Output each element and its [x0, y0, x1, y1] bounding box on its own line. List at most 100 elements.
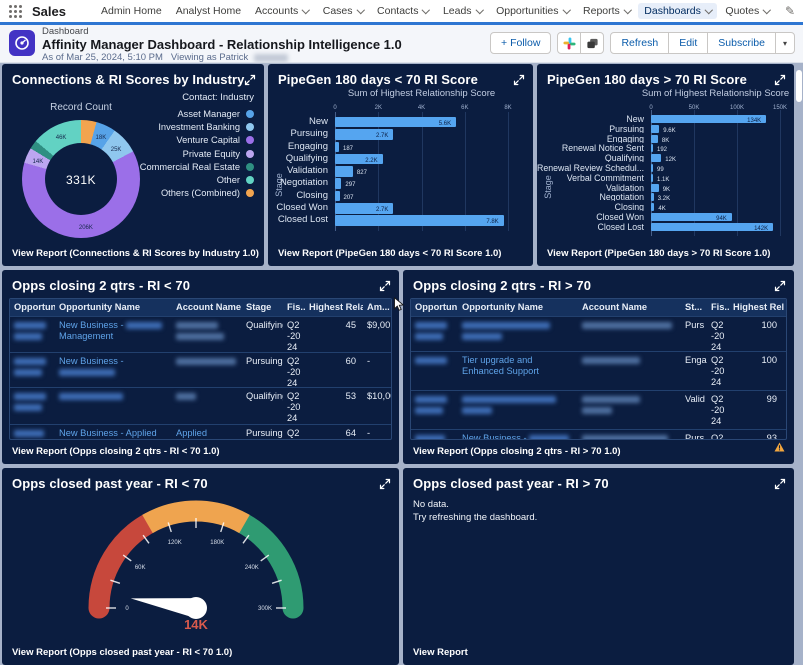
column-header-opportun[interactable]: Opportun... [411, 299, 458, 316]
legend-swatch [246, 123, 254, 131]
column-header-am[interactable]: Am... [784, 299, 787, 316]
cell-link[interactable]: New Business - Applied Research [55, 425, 172, 440]
cell-link[interactable] [411, 317, 458, 351]
bar-engaging[interactable] [335, 142, 339, 153]
nav-tab-opportunities[interactable]: Opportunities [490, 3, 575, 19]
bar-renewal-notice-sent[interactable] [651, 144, 653, 152]
redacted-text [14, 393, 46, 400]
gauge-chart[interactable]: 060k120k180k240k300k [2, 468, 399, 665]
nav-tab-label: Opportunities [496, 5, 558, 17]
follow-button[interactable]: + Follow [490, 32, 551, 54]
collaboration-button[interactable] [580, 32, 604, 54]
bar-verbal-commitment[interactable] [651, 174, 653, 182]
column-header-fis[interactable]: Fis... [707, 299, 729, 316]
nav-tab-contacts[interactable]: Contacts [371, 3, 435, 19]
column-header-opportunity-name[interactable]: Opportunity Name [458, 299, 578, 316]
column-header-account-name[interactable]: Account Name [578, 299, 681, 316]
bar-closing[interactable] [651, 203, 654, 211]
cell-link[interactable] [458, 391, 578, 429]
bar-renewal-review-schedul[interactable] [651, 164, 653, 172]
bar-closing[interactable] [335, 191, 340, 202]
nav-tab-admin-home[interactable]: Admin Home [95, 3, 168, 19]
x-axis-title: Sum of Highest Relationship Score [295, 88, 533, 99]
nav-tab-cases[interactable]: Cases [317, 3, 369, 19]
x-tick-label: 150k [765, 101, 794, 111]
opportunities-table: Opportun...Opportunity NameAccount NameS… [9, 298, 392, 440]
cell-link[interactable]: Tier upgrade and Enhanced Support [458, 352, 578, 390]
cell-link[interactable] [10, 388, 55, 424]
bar-engaging[interactable] [651, 135, 658, 143]
view-report-link[interactable]: View Report (Opps closing 2 qtrs - RI < … [12, 446, 220, 457]
category-label-closed-won: Closed Won [268, 203, 328, 214]
more-actions-button[interactable]: ▾ [775, 32, 795, 54]
column-header-st[interactable]: St... [681, 299, 707, 316]
category-label-negotiation: Negotiation [537, 193, 644, 201]
bar-negotiation[interactable] [335, 178, 341, 189]
cell-link[interactable] [10, 425, 55, 440]
column-header-highest-relati[interactable]: Highest Relati... [305, 299, 363, 316]
column-header-am[interactable]: Am... [363, 299, 392, 316]
category-label-validation: Validation [268, 166, 328, 177]
bar-validation[interactable] [335, 166, 353, 177]
cell-link[interactable] [55, 388, 172, 424]
panel-pipegen-under-70: PipeGen 180 days < 70 RI Score Sum of Hi… [268, 64, 533, 266]
redacted-text [462, 396, 556, 403]
cell-link[interactable] [411, 430, 458, 440]
refresh-button[interactable]: Refresh [610, 32, 669, 54]
column-header-opportunity-name[interactable]: Opportunity Name [55, 299, 172, 316]
bar-validation[interactable] [651, 184, 659, 192]
nav-tab-label: Quotes [725, 5, 759, 17]
redacted-text [462, 407, 492, 414]
bar-negotiation[interactable] [651, 193, 654, 201]
redacted-text [415, 435, 445, 440]
column-header-stage[interactable]: Stage [242, 299, 283, 316]
cell-link[interactable] [458, 317, 578, 351]
edit-button[interactable]: Edit [668, 32, 708, 54]
view-report-link[interactable]: View Report (Opps closed past year - RI … [12, 647, 232, 658]
nav-tab-reports[interactable]: Reports [577, 3, 636, 19]
view-report-link[interactable]: View Report (Connections & RI Scores by … [12, 248, 259, 259]
no-data-message: No data. Try refreshing the dashboard. [413, 498, 537, 524]
pencil-icon[interactable]: ✎ [785, 4, 795, 18]
cell-link[interactable]: New Business - [55, 353, 172, 387]
bar-pursuing[interactable] [651, 125, 659, 133]
cell-link[interactable] [10, 317, 55, 352]
cell-text [172, 317, 242, 352]
cell-link[interactable]: New Business - [458, 430, 578, 440]
column-header-opportun[interactable]: Opportun... [10, 299, 55, 316]
bar-value-validation: 827 [357, 166, 367, 177]
column-header-fis[interactable]: Fis... [283, 299, 305, 316]
cell-link[interactable] [411, 352, 458, 390]
warning-icon[interactable] [774, 439, 785, 457]
nav-tab-accounts[interactable]: Accounts [249, 3, 315, 19]
cell-link[interactable] [10, 353, 55, 387]
expand-icon[interactable] [774, 477, 786, 489]
category-label-closing: Closing [268, 191, 328, 202]
cell-link[interactable] [411, 391, 458, 429]
redacted-text [59, 393, 123, 400]
donut-chart[interactable]: 18k25k206k14k46k331k [22, 120, 140, 238]
expand-icon[interactable] [379, 279, 391, 291]
bar-qualifying[interactable] [651, 154, 661, 162]
nav-tab-quotes[interactable]: Quotes [719, 3, 775, 19]
cell-link[interactable]: New Business - Management [55, 317, 172, 352]
cell-link[interactable]: Applied Research [172, 425, 242, 440]
vertical-scrollbar-thumb[interactable] [796, 70, 802, 102]
nav-tab-leads[interactable]: Leads [437, 3, 488, 19]
expand-icon[interactable] [244, 73, 256, 85]
app-launcher-icon[interactable] [9, 5, 22, 18]
view-report-link[interactable]: View Report (PipeGen 180 days < 70 RI Sc… [278, 248, 501, 259]
slack-share-button[interactable] [557, 32, 581, 54]
view-report-link[interactable]: View Report (PipeGen 180 days > 70 RI Sc… [547, 248, 770, 259]
panel-connections-by-industry: Connections & RI Scores by Industry Reco… [2, 64, 264, 266]
column-header-account-name[interactable]: Account Name [172, 299, 242, 316]
redacted-text [14, 404, 42, 411]
subscribe-button[interactable]: Subscribe [707, 32, 776, 54]
column-header-highest-relati[interactable]: Highest Relati... [729, 299, 784, 316]
view-report-link[interactable]: View Report [413, 647, 468, 658]
nav-tab-dashboards[interactable]: Dashboards [638, 3, 717, 19]
header-actions: + Follow Refr [490, 32, 795, 54]
view-report-link[interactable]: View Report (Opps closing 2 qtrs - RI > … [413, 446, 621, 457]
expand-icon[interactable] [774, 279, 786, 291]
nav-tab-analyst-home[interactable]: Analyst Home [170, 3, 247, 19]
